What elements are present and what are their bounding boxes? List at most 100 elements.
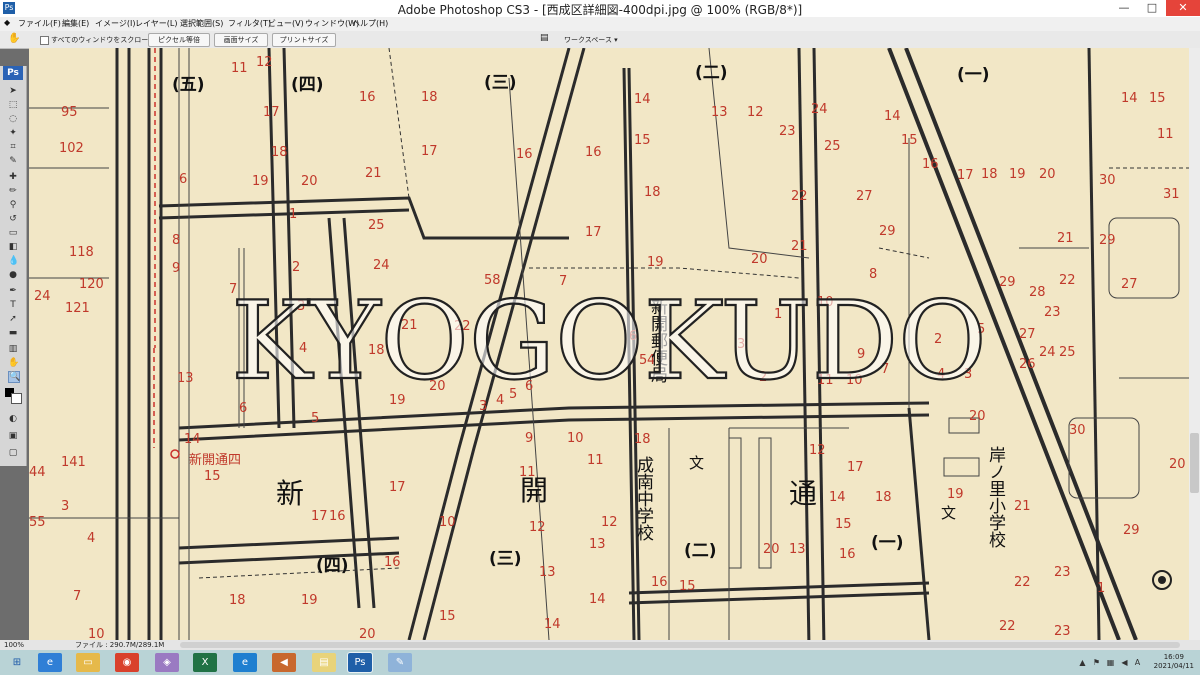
media-icon[interactable]: ◈ [155,653,179,672]
path-select-tool-icon[interactable]: ➚ [8,314,18,324]
menu-layer[interactable]: レイヤー(L) [135,18,177,29]
document-canvas[interactable]: 95 102 118 120 121 141 44 55 11 12 17 18 19 20 21 … [29,48,1189,640]
svg-text:4: 4 [87,531,95,546]
edge-icon[interactable]: e [233,653,257,672]
svg-text:118: 118 [69,245,94,260]
svg-text:1: 1 [289,207,297,222]
minimize-button[interactable]: — [1110,0,1138,16]
svg-text:5: 5 [311,411,319,426]
svg-text:23: 23 [779,124,796,139]
volume-icon[interactable]: ◀ [1120,658,1129,667]
speaker-app-icon[interactable]: ◀ [272,653,296,672]
svg-text:9: 9 [172,261,180,276]
stamp-tool-icon[interactable]: ⚲ [8,200,18,210]
menu-select[interactable]: 選択範囲(S) [180,18,223,29]
flag-icon[interactable]: ⚑ [1092,658,1101,667]
marquee-tool-icon[interactable]: ⬚ [8,100,18,110]
move-tool-icon[interactable]: ➤ [8,86,18,96]
brush-tool-icon[interactable]: ✏ [8,186,18,196]
horizontal-scrollbar[interactable] [180,642,1180,648]
excel-icon[interactable]: X [193,653,217,672]
block-label: (五) [172,75,205,95]
scroll-all-checkbox[interactable] [40,36,49,45]
maximize-button[interactable]: □ [1138,0,1166,16]
vertical-scrollbar[interactable] [1189,48,1200,640]
screen-mode-icon[interactable]: ▣ [8,431,18,441]
ie-icon[interactable]: e [38,653,62,672]
map-image: 95102118 120121141 445511 121718 19 2021 … [29,48,1189,640]
tray-up-arrow-icon[interactable]: ▲ [1078,658,1087,667]
magic-wand-tool-icon[interactable]: ✦ [8,128,18,138]
jump-to-imageready-icon[interactable]: ▢ [8,448,18,458]
crop-tool-icon[interactable]: ⌗ [8,142,18,152]
menu-file[interactable]: ファイル(F) [18,18,61,29]
hand-tool-icon[interactable]: ✋ [8,33,20,44]
svg-text:11: 11 [1157,127,1174,142]
workspace-menu[interactable]: ワークスペース ▾ [564,35,618,45]
svg-text:20: 20 [301,174,318,189]
eraser-tool-icon[interactable]: ▭ [8,228,18,238]
close-button[interactable]: ✕ [1166,0,1200,16]
menu-filter[interactable]: フィルタ(T) [228,18,271,29]
svg-text:20: 20 [359,627,376,640]
ime-icon[interactable]: A [1133,658,1142,667]
photoshop-logo[interactable]: Ps [3,66,23,80]
school-label: 岸ノ里小学校 [985,446,1006,548]
svg-text:17: 17 [311,509,328,524]
windows-start-icon[interactable]: ⊞ [5,653,29,672]
svg-text:30: 30 [1069,423,1086,438]
notes-tool-icon[interactable]: ▥ [8,344,18,354]
zoom-tool-icon[interactable]: 🔍 [8,371,20,383]
district-label: 新 [276,477,304,510]
workspace-icon[interactable]: ▤ [540,33,549,43]
svg-text:31: 31 [1163,187,1180,202]
options-bar: ✋ すべてのウィンドウをスクロール ピクセル等倍 画面サイズ プリントサイズ ▤… [0,31,1200,49]
history-brush-tool-icon[interactable]: ↺ [8,214,18,224]
status-bar: 100% ファイル : 290.7M/289.1M [0,640,1200,650]
menu-help[interactable]: ヘルプ(H) [352,18,388,29]
svg-text:17: 17 [263,105,280,120]
file-explorer-icon[interactable]: ▭ [76,653,100,672]
station-label: 新開通四 [189,452,241,468]
svg-text:14: 14 [829,490,846,505]
svg-text:21: 21 [365,166,382,181]
blur-tool-icon[interactable]: 💧 [8,256,19,266]
svg-text:13: 13 [789,542,806,557]
menu-view[interactable]: ビュー(V) [268,18,304,29]
clock[interactable]: 16:09 2021/04/11 [1154,653,1194,671]
zoom-level[interactable]: 100% [4,640,24,650]
lasso-tool-icon[interactable]: ◌ [8,114,18,124]
hand-tool-icon-2[interactable]: ✋ [8,358,19,368]
scrollbar-thumb[interactable] [1190,433,1199,493]
gradient-tool-icon[interactable]: ◧ [8,242,18,252]
eyedropper-tool-icon[interactable]: ✎ [8,156,18,166]
folder-icon[interactable]: ▤ [312,653,336,672]
shape-tool-icon[interactable]: ▬ [8,328,18,338]
svg-text:24: 24 [1039,345,1056,360]
paint-icon[interactable]: ✎ [388,653,412,672]
dodge-tool-icon[interactable]: ● [8,270,18,280]
svg-text:20: 20 [969,409,986,424]
svg-text:11: 11 [587,453,604,468]
background-color-swatch[interactable] [11,393,22,404]
svg-text:12: 12 [809,443,826,458]
healing-tool-icon[interactable]: ✚ [8,172,18,182]
svg-text:16: 16 [922,157,939,172]
photoshop-taskbar-icon[interactable]: Ps [347,652,373,673]
svg-text:19: 19 [647,255,664,270]
network-icon[interactable]: ▦ [1106,658,1115,667]
chrome-icon[interactable]: ◉ [115,653,139,672]
svg-text:2: 2 [292,260,300,275]
pen-tool-icon[interactable]: ✒ [8,286,18,296]
menu-image[interactable]: イメージ(I) [95,18,135,29]
svg-text:23: 23 [1044,305,1061,320]
window-title: Adobe Photoshop CS3 - [西成区詳細図-400dpi.jpg… [397,3,803,17]
fit-screen-button[interactable]: 画面サイズ [214,33,268,47]
quick-mask-icon[interactable]: ◐ [8,414,18,424]
menu-icon[interactable]: ◆ [4,18,10,27]
actual-pixels-button[interactable]: ピクセル等倍 [148,33,210,47]
print-size-button[interactable]: プリントサイズ [272,33,336,47]
file-info[interactable]: ファイル : 290.7M/289.1M [75,640,164,650]
type-tool-icon[interactable]: T [8,300,18,310]
menu-edit[interactable]: 編集(E) [62,18,89,29]
